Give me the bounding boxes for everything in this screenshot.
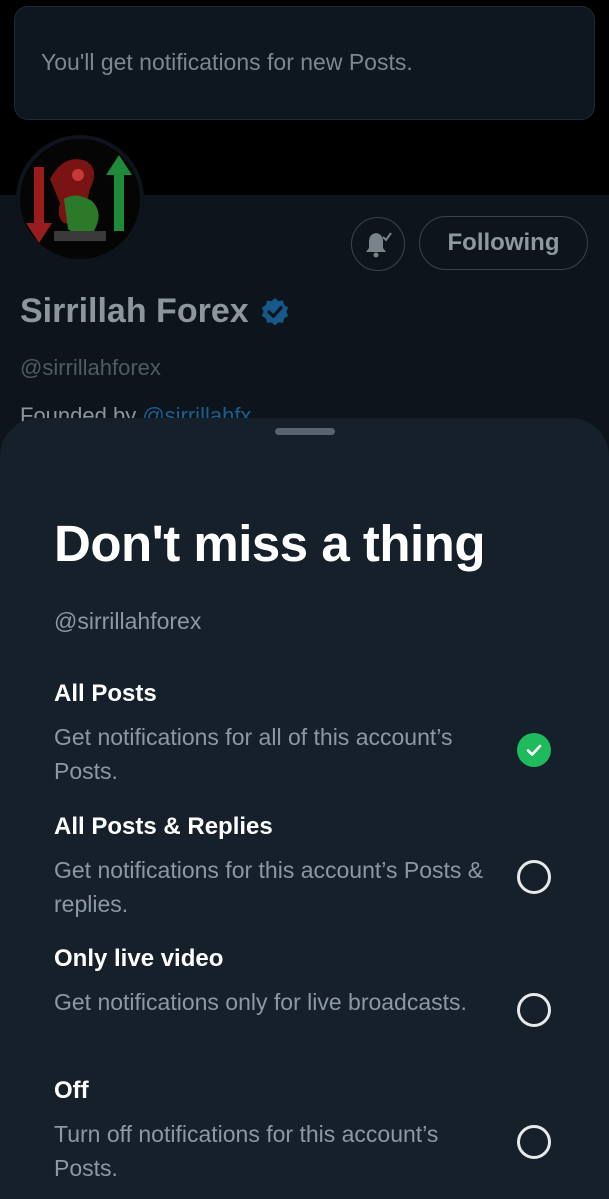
toast-message: You'll get notifications for new Posts.	[41, 49, 413, 75]
option-label: All Posts	[54, 680, 157, 707]
radio-unselected[interactable]	[517, 993, 551, 1027]
radio-selected[interactable]	[517, 733, 551, 767]
option-only-live-video[interactable]: Only live video Get notifications only f…	[54, 945, 584, 1065]
radio-unselected[interactable]	[517, 860, 551, 894]
sheet-title: Don't miss a thing	[54, 515, 485, 572]
option-all-posts-replies[interactable]: All Posts & Replies Get notifications fo…	[54, 813, 584, 933]
notification-settings-sheet: Don't miss a thing @sirrillahforex All P…	[0, 418, 609, 1199]
option-label: Only live video	[54, 945, 224, 972]
profile-avatar[interactable]	[16, 135, 144, 263]
option-label: All Posts & Replies	[54, 813, 273, 840]
option-label: Off	[54, 1077, 89, 1104]
option-description: Get notifications for all of this accoun…	[54, 724, 453, 784]
option-off[interactable]: Off Turn off notifications for this acco…	[54, 1077, 584, 1197]
option-description: Turn off notifications for this account’…	[54, 1121, 439, 1181]
radio-unselected[interactable]	[517, 1125, 551, 1159]
sheet-account-handle: @sirrillahforex	[54, 608, 202, 634]
profile-handle: @sirrillahforex	[20, 355, 161, 380]
option-description: Get notifications only for live broadcas…	[54, 989, 467, 1015]
bell-check-icon	[366, 232, 392, 258]
following-button[interactable]: Following	[419, 216, 588, 270]
app-root: You'll get notifications for new Posts.	[0, 0, 609, 1199]
profile-name: Sirrillah Forex	[20, 292, 249, 330]
sheet-drag-handle[interactable]	[275, 428, 335, 435]
profile-name-row: Sirrillah Forex	[20, 292, 291, 331]
notification-bell-button[interactable]	[351, 217, 405, 271]
following-button-label: Following	[447, 229, 560, 256]
verified-badge-icon	[261, 297, 288, 325]
option-description: Get notifications for this account’s Pos…	[54, 857, 484, 917]
checkmark-icon	[526, 744, 542, 756]
logo-icon	[20, 139, 140, 259]
notification-toast: You'll get notifications for new Posts.	[14, 6, 595, 120]
option-all-posts[interactable]: All Posts Get notifications for all of t…	[54, 680, 584, 800]
